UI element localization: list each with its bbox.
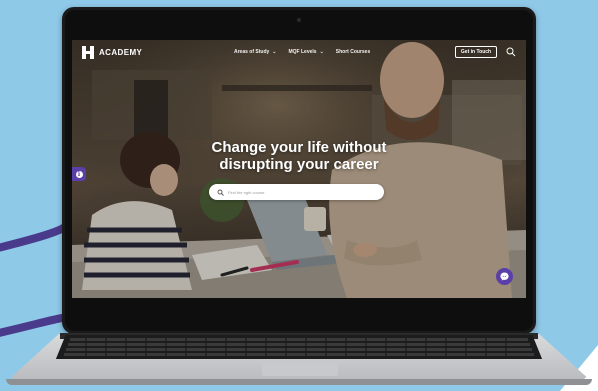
logo-text: ACADEMY [99, 48, 143, 57]
chat-button[interactable] [496, 268, 513, 285]
search-icon[interactable] [506, 47, 516, 57]
nav-item-label: Short Courses [335, 49, 371, 55]
messenger-icon [500, 272, 509, 281]
webcam [297, 18, 301, 22]
academy-logo[interactable]: ACADEMY [82, 46, 142, 59]
laptop-base-edge [6, 379, 592, 385]
nav-item-label: Areas of Study [234, 49, 270, 55]
get-in-touch-button[interactable]: Get in Touch [455, 46, 497, 58]
nav-item-areas-of-study[interactable]: Areas of Study ⌄ [234, 49, 277, 55]
nav-item-mqf-levels[interactable]: MQF Levels ⌄ [289, 49, 324, 55]
hero-headline-line1: Change your life without [211, 139, 387, 156]
course-search-input[interactable] [228, 189, 378, 195]
main-nav: Areas of Study ⌄ MQF Levels ⌄ Short Cour… [234, 49, 370, 55]
accessibility-info-button[interactable]: i [72, 167, 86, 181]
logo-mark-icon [82, 46, 94, 59]
info-icon: i [75, 170, 83, 178]
chevron-down-icon: ⌄ [319, 49, 324, 55]
nav-item-short-courses[interactable]: Short Courses [336, 49, 370, 55]
hero-headline-line2: disrupting your career [219, 156, 379, 173]
laptop-trackpad [262, 362, 338, 376]
nav-item-label: MQF Levels [288, 49, 317, 55]
chevron-down-icon: ⌄ [272, 49, 277, 55]
laptop-screen: ACADEMY Areas of Study ⌄ MQF Levels ⌄ Sh… [72, 40, 526, 298]
laptop-keyboard [56, 335, 542, 359]
hero-headline: Change your life without disrupting your… [172, 139, 426, 173]
search-icon [217, 189, 224, 196]
course-search-bar[interactable] [209, 184, 384, 200]
